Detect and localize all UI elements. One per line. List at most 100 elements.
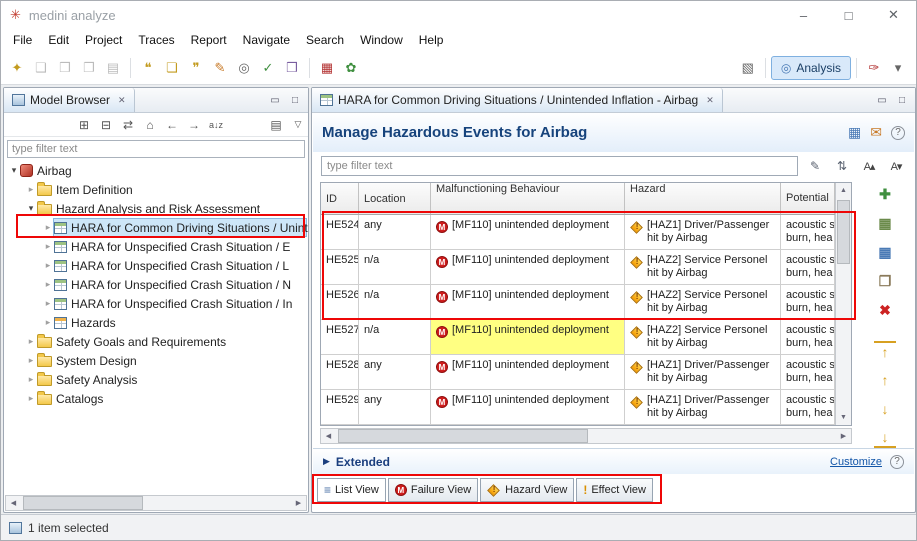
analysis-perspective-button[interactable]: ◎ Analysis	[771, 56, 851, 80]
column-header-location[interactable]: Location	[359, 183, 431, 214]
growth-button[interactable]: ✿	[339, 56, 363, 80]
model-browser-hscrollbar[interactable]: ◀ ▶	[5, 495, 307, 511]
print-button[interactable]: ▤	[101, 56, 125, 80]
scroll-left-icon[interactable]: ◀	[6, 496, 21, 510]
tree-item-hara-unspecified-in[interactable]: ▸ HARA for Unspecified Crash Situation /…	[4, 294, 308, 313]
menu-report[interactable]: Report	[183, 29, 235, 52]
delete-button[interactable]: ✖	[874, 300, 896, 320]
comments-button[interactable]: ❝	[136, 56, 160, 80]
expand-icon[interactable]: ▸	[42, 279, 54, 290]
collapse-all-button[interactable]: ⊟	[96, 115, 116, 135]
minimize-panel-icon[interactable]: ▭	[873, 95, 891, 106]
perspective-menu-button[interactable]: ▾	[886, 56, 910, 80]
tree-item-item-definition[interactable]: ▸ Item Definition	[4, 180, 308, 199]
tab-effect-view[interactable]: ! Effect View	[576, 478, 653, 502]
tree-item-hazards[interactable]: ▸ Hazards	[4, 313, 308, 332]
customize-link[interactable]: Customize	[830, 456, 882, 468]
table-row-he527[interactable]: HE527 n/a [MF110] unintended deployment …	[321, 320, 851, 355]
column-header-hazard[interactable]: Hazard	[625, 183, 781, 214]
expand-icon[interactable]: ▸	[25, 355, 37, 366]
editor-tab[interactable]: HARA for Common Driving Situations / Uni…	[312, 88, 723, 112]
tree-item-safety-goals[interactable]: ▸ Safety Goals and Requirements	[4, 332, 308, 351]
tree-item-hara-common-driving[interactable]: ▸ HARA for Common Driving Situations / U…	[4, 218, 308, 237]
move-top-button[interactable]: ↑	[874, 341, 896, 361]
expand-all-button[interactable]: ⊞	[74, 115, 94, 135]
duplicate-button[interactable]: ❐	[874, 271, 896, 291]
tree-item-airbag[interactable]: ▾ Airbag	[4, 161, 308, 180]
table-vscrollbar[interactable]: ▲ ▼	[835, 183, 851, 425]
sort-filter-icon[interactable]: ⇅	[832, 156, 852, 176]
expand-icon[interactable]: ▶	[323, 456, 330, 467]
checklist-button[interactable]: ✓	[256, 56, 280, 80]
scroll-thumb[interactable]	[23, 496, 143, 510]
tab-list-view[interactable]: ≡ List View	[317, 478, 386, 502]
table-mode-icon[interactable]: ▦	[848, 124, 861, 141]
scroll-left-icon[interactable]: ◀	[321, 429, 336, 443]
maximize-button[interactable]: □	[826, 1, 871, 29]
expand-icon[interactable]: ▸	[42, 241, 54, 252]
home-button[interactable]: ⌂	[140, 115, 160, 135]
scroll-track[interactable]	[336, 429, 836, 443]
report-icon[interactable]: ✉	[870, 124, 882, 141]
table-filter-input[interactable]	[321, 156, 798, 176]
menu-file[interactable]: File	[5, 29, 40, 52]
table-row-he529[interactable]: HE529 any [MF110] unintended deployment …	[321, 390, 851, 425]
add-table-entry-button[interactable]: ▦	[874, 213, 896, 233]
menu-navigate[interactable]: Navigate	[235, 29, 298, 52]
assign-entry-button[interactable]: ▦	[874, 242, 896, 262]
sort-az-button[interactable]: a↓z	[206, 115, 226, 135]
libraries-button[interactable]: ❒	[280, 56, 304, 80]
new-wizard-button[interactable]: ✦	[5, 56, 29, 80]
table-row-he528[interactable]: HE528 any [MF110] unintended deployment …	[321, 355, 851, 390]
forward-button[interactable]: →	[184, 115, 204, 135]
reviews-button[interactable]: ❏	[160, 56, 184, 80]
copy-button[interactable]: ❐	[77, 56, 101, 80]
scroll-thumb[interactable]	[837, 200, 850, 264]
menu-help[interactable]: Help	[411, 29, 452, 52]
annotate-button[interactable]: ✎	[208, 56, 232, 80]
help-icon[interactable]: ?	[891, 126, 905, 140]
extended-section-label[interactable]: Extended	[336, 455, 390, 469]
tree-item-catalogs[interactable]: ▸ Catalogs	[4, 389, 308, 408]
scroll-track[interactable]	[21, 496, 291, 510]
tree-item-hazard-analysis[interactable]: ▾ Hazard Analysis and Risk Assessment	[4, 199, 308, 218]
tree-item-safety-analysis[interactable]: ▸ Safety Analysis	[4, 370, 308, 389]
table-row-he524[interactable]: HE524 any [MF110] unintended deployment …	[321, 215, 851, 250]
save-button[interactable]: ❑	[29, 56, 53, 80]
tab-hazard-view[interactable]: Hazard View	[480, 478, 574, 502]
font-decrease-button[interactable]: A▾	[886, 156, 906, 176]
save-all-button[interactable]: ❒	[53, 56, 77, 80]
add-hazardous-event-button[interactable]: ✚	[874, 184, 896, 204]
tree-item-hara-unspecified-l[interactable]: ▸ HARA for Unspecified Crash Situation /…	[4, 256, 308, 275]
tab-close-icon[interactable]: ✕	[118, 95, 126, 106]
consistency-check-button[interactable]: ◎	[232, 56, 256, 80]
move-up-button[interactable]: ↑	[874, 370, 896, 390]
hara-table-button[interactable]: ▦	[315, 56, 339, 80]
tree-item-hara-unspecified-e[interactable]: ▸ HARA for Unspecified Crash Situation /…	[4, 237, 308, 256]
maximize-panel-icon[interactable]: □	[286, 95, 304, 106]
layout-button[interactable]: ▤	[266, 115, 286, 135]
menu-traces[interactable]: Traces	[130, 29, 182, 52]
help-icon[interactable]: ?	[890, 455, 904, 469]
model-browser-filter-input[interactable]	[7, 140, 305, 158]
expand-icon[interactable]: ▸	[42, 298, 54, 309]
table-row-he526[interactable]: HE526 n/a [MF110] unintended deployment …	[321, 285, 851, 320]
tree-item-hara-unspecified-n[interactable]: ▸ HARA for Unspecified Crash Situation /…	[4, 275, 308, 294]
expand-icon[interactable]: ▸	[25, 336, 37, 347]
scroll-up-icon[interactable]: ▲	[836, 183, 851, 198]
menu-edit[interactable]: Edit	[40, 29, 77, 52]
discussion-button[interactable]: ❞	[184, 56, 208, 80]
expand-icon[interactable]: ▸	[42, 260, 54, 271]
minimize-button[interactable]: –	[781, 1, 826, 29]
scroll-down-icon[interactable]: ▼	[836, 410, 851, 425]
scroll-thumb[interactable]	[338, 429, 588, 443]
move-bottom-button[interactable]: ↓	[874, 428, 896, 448]
scroll-right-icon[interactable]: ▶	[291, 496, 306, 510]
menu-window[interactable]: Window	[352, 29, 411, 52]
column-header-malfunction[interactable]: Malfunctioning Behaviour	[431, 183, 625, 214]
table-hscrollbar[interactable]: ◀ ▶	[320, 428, 852, 444]
expand-icon[interactable]: ▸	[42, 317, 54, 328]
table-row-he525[interactable]: HE525 n/a [MF110] unintended deployment …	[321, 250, 851, 285]
customize-toolbar-button[interactable]: ▧	[736, 56, 760, 80]
paintbrush-button[interactable]: ✑	[862, 56, 886, 80]
